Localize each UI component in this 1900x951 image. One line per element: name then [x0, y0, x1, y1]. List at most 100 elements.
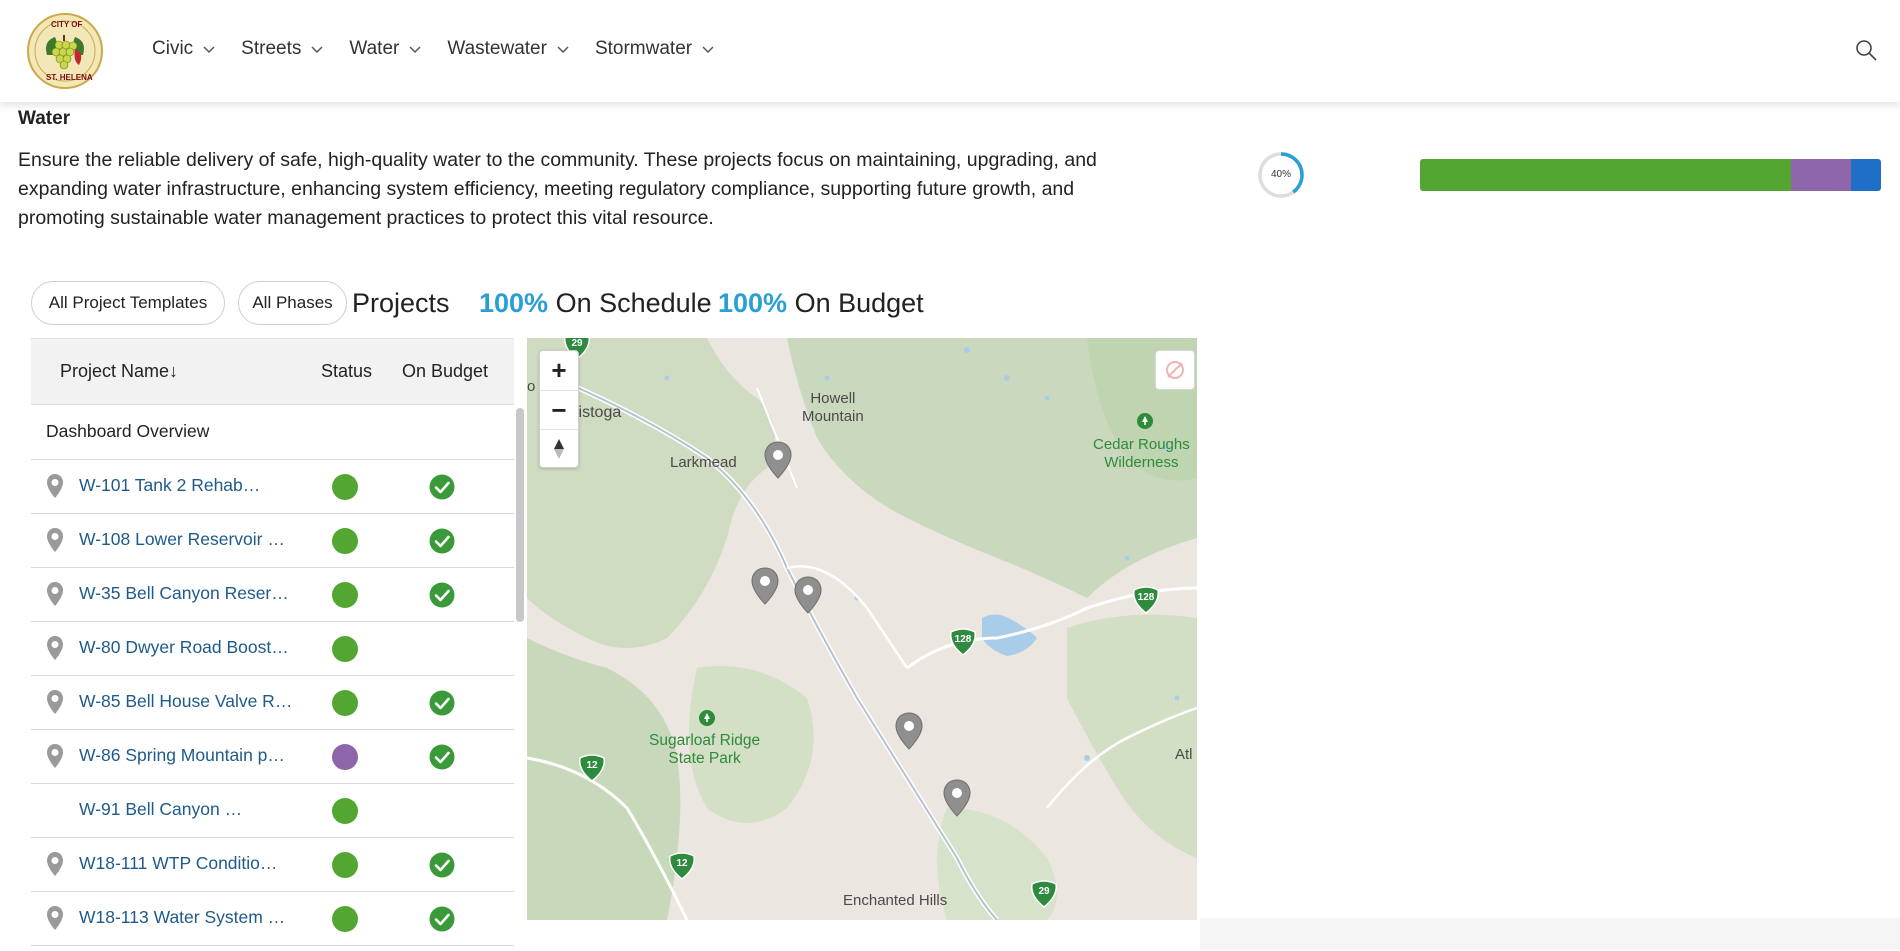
map-label-sugarloaf: Sugarloaf Ridge State Park: [649, 732, 761, 767]
project-templates-filter[interactable]: All Project Templates: [31, 281, 225, 325]
reset-bearing-button[interactable]: [540, 429, 578, 468]
chevron-down-icon: [557, 46, 569, 54]
table-row[interactable]: W-85 Bell House Valve R…: [31, 676, 514, 730]
status-indicator: [332, 906, 358, 932]
project-name-link[interactable]: W-35 Bell Canyon Reser…: [79, 583, 294, 604]
project-name-link[interactable]: W-101 Tank 2 Rehab…: [79, 475, 294, 496]
section-title: Water: [18, 108, 71, 129]
nav-civic-label: Civic: [152, 38, 194, 59]
map-label-atl: Atl: [1175, 746, 1193, 763]
project-name-link[interactable]: W18-111 WTP Conditio…: [79, 853, 294, 874]
project-name-link[interactable]: W-86 Spring Mountain p…: [79, 745, 294, 766]
check-circle-icon: [429, 582, 455, 608]
check-circle-icon: [429, 474, 455, 500]
map-zoom-controls: + −: [539, 350, 579, 468]
status-indicator: [332, 690, 358, 716]
map-label-cedar-roughs: Cedar Roughs Wilderness: [1093, 436, 1190, 471]
map-project-pin[interactable]: [942, 779, 972, 817]
location-pin-icon[interactable]: [45, 473, 65, 499]
phase-segment-in-progress[interactable]: [1791, 159, 1852, 191]
nav-streets[interactable]: Streets: [241, 38, 323, 60]
nav-civic[interactable]: Civic: [152, 38, 215, 60]
location-pin-icon[interactable]: [45, 581, 65, 607]
table-row[interactable]: W-91 Bell Canyon …: [31, 784, 514, 838]
nav-water[interactable]: Water: [349, 38, 421, 60]
map-project-pin[interactable]: [894, 712, 924, 750]
table-row[interactable]: W18-113 Water System …: [31, 892, 514, 946]
table-row[interactable]: W-35 Bell Canyon Reser…: [31, 568, 514, 622]
table-row[interactable]: W-86 Spring Mountain p…: [31, 730, 514, 784]
on-budget-percent: 100%: [718, 288, 788, 318]
projects-count-kpi: . Projects: [337, 288, 450, 318]
map-layer-toggle-button[interactable]: [1155, 350, 1195, 390]
on-budget-header[interactable]: On Budget: [402, 361, 488, 382]
status-indicator: [332, 636, 358, 662]
search-icon[interactable]: [1854, 38, 1878, 62]
check-circle-icon: [429, 852, 455, 878]
nav-wastewater[interactable]: Wastewater: [447, 38, 569, 60]
map-project-pin[interactable]: [793, 576, 823, 614]
highway-number: 12: [586, 760, 598, 771]
map-label-enchanted-hills: Enchanted Hills: [843, 892, 948, 909]
nav-stormwater[interactable]: Stormwater: [595, 38, 714, 60]
location-pin-icon[interactable]: [45, 635, 65, 661]
highway-12-shield-bottom: 12: [667, 852, 697, 880]
highway-number: 29: [571, 338, 583, 349]
on-budget-label: On Budget: [794, 288, 924, 318]
check-circle-icon: [429, 906, 455, 932]
status-indicator: [332, 528, 358, 554]
phase-segment-planning[interactable]: [1851, 159, 1881, 191]
chevron-down-icon: [203, 46, 215, 54]
project-name-link[interactable]: W-91 Bell Canyon …: [79, 799, 294, 820]
status-indicator: [332, 744, 358, 770]
map-label-calistoga: listoga: [575, 404, 622, 421]
dashboard-overview-row[interactable]: Dashboard Overview: [31, 405, 514, 460]
project-name-link[interactable]: W-85 Bell House Valve R…: [79, 691, 294, 712]
table-row[interactable]: W18-111 WTP Conditio…: [31, 838, 514, 892]
chevron-down-icon: [311, 46, 323, 54]
sort-project-name-header[interactable]: Project Name↓: [60, 361, 178, 382]
on-budget-kpi: 100% On Budget: [718, 288, 924, 319]
map-label-edge: o: [527, 378, 536, 395]
table-row[interactable]: W-101 Tank 2 Rehab…: [31, 460, 514, 514]
location-pin-icon[interactable]: [45, 851, 65, 877]
project-name-link[interactable]: W-108 Lower Reservoir …: [79, 529, 294, 550]
table-scrollbar[interactable]: [516, 408, 524, 622]
project-map[interactable]: o listoga Howell Mountain Larkmead Cedar…: [527, 338, 1197, 920]
page-footer-strip: [1200, 918, 1900, 950]
location-pin-icon[interactable]: [45, 527, 65, 553]
phase-status-bar: [1420, 159, 1881, 191]
phase-segment-complete[interactable]: [1420, 159, 1792, 191]
project-name-link[interactable]: W-80 Dwyer Road Boost…: [79, 637, 294, 658]
highway-number: 128: [1137, 592, 1155, 603]
phases-filter[interactable]: All Phases: [238, 281, 347, 325]
park-tree-icon: [1137, 413, 1153, 429]
on-schedule-label: On Schedule: [555, 288, 712, 318]
on-schedule-kpi: 100% On Schedule: [479, 288, 712, 319]
projects-table: Project Name↓ Status On Budget Dashboard…: [31, 338, 514, 951]
logo-top-text: CITY OF: [51, 20, 83, 29]
status-header[interactable]: Status: [321, 361, 372, 382]
table-row[interactable]: W-108 Lower Reservoir …: [31, 514, 514, 568]
nav-stormwater-label: Stormwater: [594, 38, 693, 59]
table-header: Project Name↓ Status On Budget: [31, 339, 514, 405]
status-indicator: [332, 852, 358, 878]
check-circle-icon: [429, 744, 455, 770]
zoom-in-button[interactable]: +: [540, 351, 578, 389]
project-name-link[interactable]: W18-113 Water System …: [79, 907, 294, 928]
chevron-down-icon: [702, 46, 714, 54]
highway-12-shield-left: 12: [577, 754, 607, 782]
location-pin-icon[interactable]: [45, 743, 65, 769]
map-project-pin[interactable]: [750, 567, 780, 605]
top-header: CITY OF ST. HELENA Civic Streets Water W…: [0, 0, 1900, 102]
location-pin-icon[interactable]: [45, 689, 65, 715]
logo-bottom-text: ST. HELENA: [46, 73, 93, 82]
zoom-out-button[interactable]: −: [540, 390, 578, 429]
location-pin-icon[interactable]: [45, 905, 65, 931]
table-row[interactable]: W-80 Dwyer Road Boost…: [31, 622, 514, 676]
highway-128-shield-right: 128: [1131, 586, 1161, 614]
city-seal-logo[interactable]: CITY OF ST. HELENA: [27, 13, 103, 89]
chevron-down-icon: [409, 46, 421, 54]
highway-number: 29: [1038, 886, 1050, 897]
map-project-pin[interactable]: [763, 441, 793, 479]
